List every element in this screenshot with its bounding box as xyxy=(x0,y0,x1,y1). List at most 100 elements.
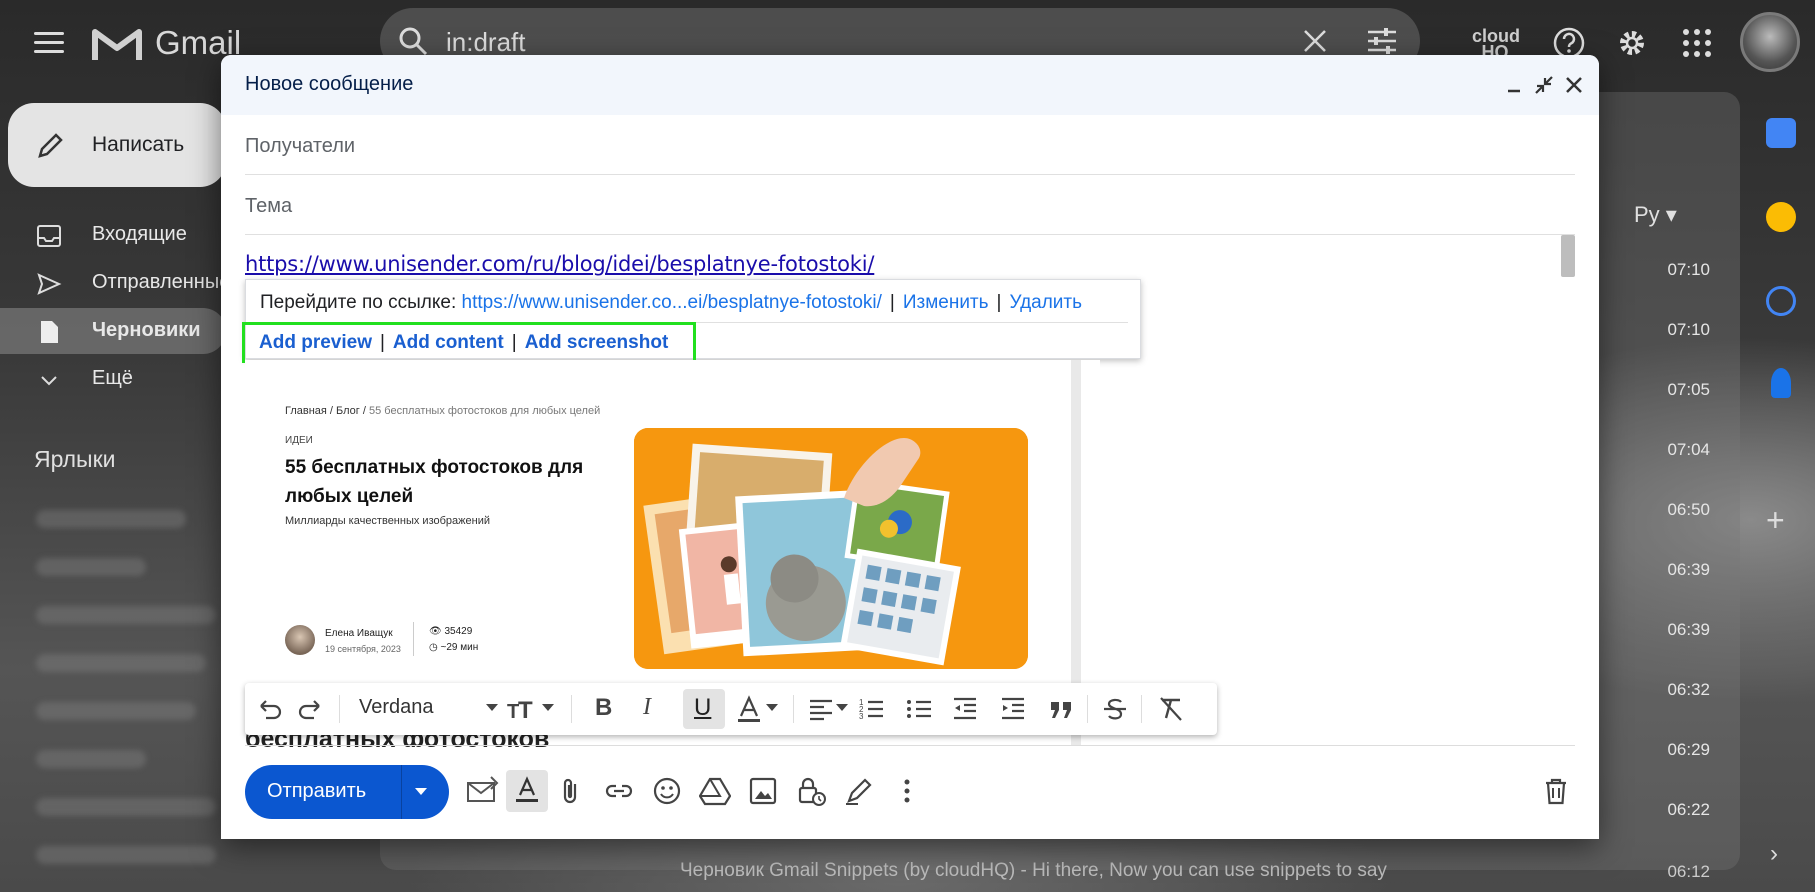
divider xyxy=(339,695,340,723)
account-avatar[interactable] xyxy=(1740,12,1800,72)
blurred-label[interactable] xyxy=(36,798,216,816)
author-name: Елена Иващук xyxy=(325,628,393,639)
blurred-label[interactable] xyxy=(36,750,146,768)
italic-icon[interactable]: I xyxy=(643,694,651,721)
signature-icon[interactable] xyxy=(843,775,875,807)
chevron-down-icon[interactable] xyxy=(485,703,499,713)
emoji-icon[interactable] xyxy=(651,775,683,807)
exit-fullscreen-icon[interactable] xyxy=(1532,73,1556,97)
strikethrough-icon[interactable] xyxy=(1101,694,1129,724)
chevron-down-icon[interactable] xyxy=(765,703,779,713)
calendar-icon[interactable] xyxy=(1766,118,1796,148)
body-link[interactable]: https://www.unisender.com/ru/blog/idei/b… xyxy=(245,252,874,276)
add-screenshot-button[interactable]: Add screenshot xyxy=(525,332,669,353)
labels-heading: Ярлыки xyxy=(34,446,116,472)
delete-link-button[interactable]: Удалить xyxy=(1009,292,1082,313)
nav-item-inbox[interactable]: Входящие xyxy=(0,212,226,258)
subject-field[interactable]: Тема xyxy=(245,175,1575,235)
chevron-right-icon[interactable]: › xyxy=(1770,840,1778,868)
mail-merge-icon[interactable] xyxy=(465,775,501,807)
article-cover-image xyxy=(634,428,1028,669)
change-link-button[interactable]: Изменить xyxy=(903,292,989,313)
scrollbar[interactable] xyxy=(1561,235,1575,277)
chevron-down-icon xyxy=(41,376,57,386)
bold-icon[interactable]: B xyxy=(595,694,612,722)
redo-icon[interactable] xyxy=(297,694,323,724)
confidential-mode-icon[interactable] xyxy=(795,775,827,807)
preview-title: 55 бесплатных фотостоков для любых целей xyxy=(285,457,584,507)
trash-icon[interactable] xyxy=(1543,777,1569,805)
attach-icon[interactable] xyxy=(555,775,587,807)
apps-grid-icon[interactable] xyxy=(1682,28,1712,58)
send-options-icon[interactable] xyxy=(413,787,429,797)
add-preview-button[interactable]: Add preview xyxy=(259,332,372,353)
more-options-icon[interactable] xyxy=(891,775,923,807)
chevron-down-icon[interactable] xyxy=(541,703,555,713)
tasks-icon[interactable] xyxy=(1766,286,1796,316)
search-input[interactable]: in:draft xyxy=(446,27,526,58)
nav-label: Черновики xyxy=(92,319,201,341)
insert-link-icon[interactable] xyxy=(603,775,635,807)
add-content-button[interactable]: Add content xyxy=(393,332,504,353)
font-size-icon[interactable]: TT xyxy=(507,694,541,724)
message-row[interactable]: Черновик Gmail Snippets (by cloudHQ) - H… xyxy=(680,860,1387,882)
font-select[interactable]: Verdana xyxy=(359,696,434,719)
message-time: 06:39 xyxy=(1667,560,1710,579)
popup-link[interactable]: https://www.unisender.co...ei/besplatnye… xyxy=(462,292,882,313)
separator: | xyxy=(511,332,517,353)
input-tools-button[interactable]: Ру ▾ xyxy=(1634,202,1677,228)
add-addon-icon[interactable]: + xyxy=(1766,502,1785,539)
gmail-logo-icon[interactable] xyxy=(92,24,142,62)
undo-icon[interactable] xyxy=(257,694,283,724)
message-time: 07:04 xyxy=(1667,440,1710,459)
menu-icon[interactable] xyxy=(34,32,64,54)
gear-icon[interactable] xyxy=(1615,26,1649,60)
pencil-icon xyxy=(38,133,63,158)
subject-placeholder: Тема xyxy=(245,195,293,217)
separator: | xyxy=(996,292,1002,313)
numbered-list-icon[interactable]: 123 xyxy=(857,694,885,724)
underline-icon[interactable]: U xyxy=(694,694,711,722)
publish-date: 19 сентября, 2023 xyxy=(325,644,401,654)
divider xyxy=(1141,695,1142,723)
preview-subtitle: Миллиарды качественных изображений xyxy=(285,515,490,527)
author-avatar xyxy=(285,625,315,655)
read-time: ◷ ~29 мин xyxy=(429,642,479,653)
text-color-icon[interactable] xyxy=(735,694,763,724)
keep-icon[interactable] xyxy=(1766,202,1796,232)
nav-item-sent[interactable]: Отправленные xyxy=(0,260,230,306)
send-label: Отправить xyxy=(267,780,367,802)
blurred-label[interactable] xyxy=(36,510,186,528)
remove-formatting-icon[interactable] xyxy=(1157,694,1185,724)
quote-icon[interactable] xyxy=(1047,694,1075,724)
insert-photo-icon[interactable] xyxy=(747,775,779,807)
send-button[interactable]: Отправить xyxy=(245,765,449,819)
chevron-down-icon[interactable] xyxy=(835,703,849,713)
send-icon xyxy=(37,273,62,295)
indent-less-icon[interactable] xyxy=(951,694,979,724)
filter-icon[interactable] xyxy=(1366,26,1398,56)
blurred-label[interactable] xyxy=(36,702,196,720)
recipients-field[interactable]: Получатели xyxy=(245,115,1575,175)
nav-item-more[interactable]: Ещё xyxy=(0,356,226,402)
blurred-label[interactable] xyxy=(36,558,146,576)
bulleted-list-icon[interactable] xyxy=(905,694,933,724)
indent-more-icon[interactable] xyxy=(999,694,1027,724)
text-format-icon[interactable] xyxy=(511,775,543,807)
nav-label: Ещё xyxy=(92,367,133,389)
blurred-label[interactable] xyxy=(36,606,216,624)
google-drive-icon[interactable] xyxy=(699,775,731,807)
minimize-icon[interactable] xyxy=(1502,73,1526,97)
align-icon[interactable] xyxy=(807,694,835,724)
contacts-icon[interactable] xyxy=(1771,368,1791,398)
divider xyxy=(793,695,794,723)
separator: | xyxy=(889,292,895,313)
close-icon[interactable] xyxy=(1302,28,1328,54)
message-time: 06:32 xyxy=(1667,680,1710,699)
popup-actions: Add preview | Add content | Add screenshot xyxy=(259,332,668,354)
search-icon[interactable] xyxy=(398,26,428,56)
blurred-label[interactable] xyxy=(36,846,216,864)
blurred-label[interactable] xyxy=(36,654,206,672)
nav-item-drafts[interactable]: Черновики xyxy=(0,308,226,354)
close-icon[interactable] xyxy=(1562,73,1586,97)
